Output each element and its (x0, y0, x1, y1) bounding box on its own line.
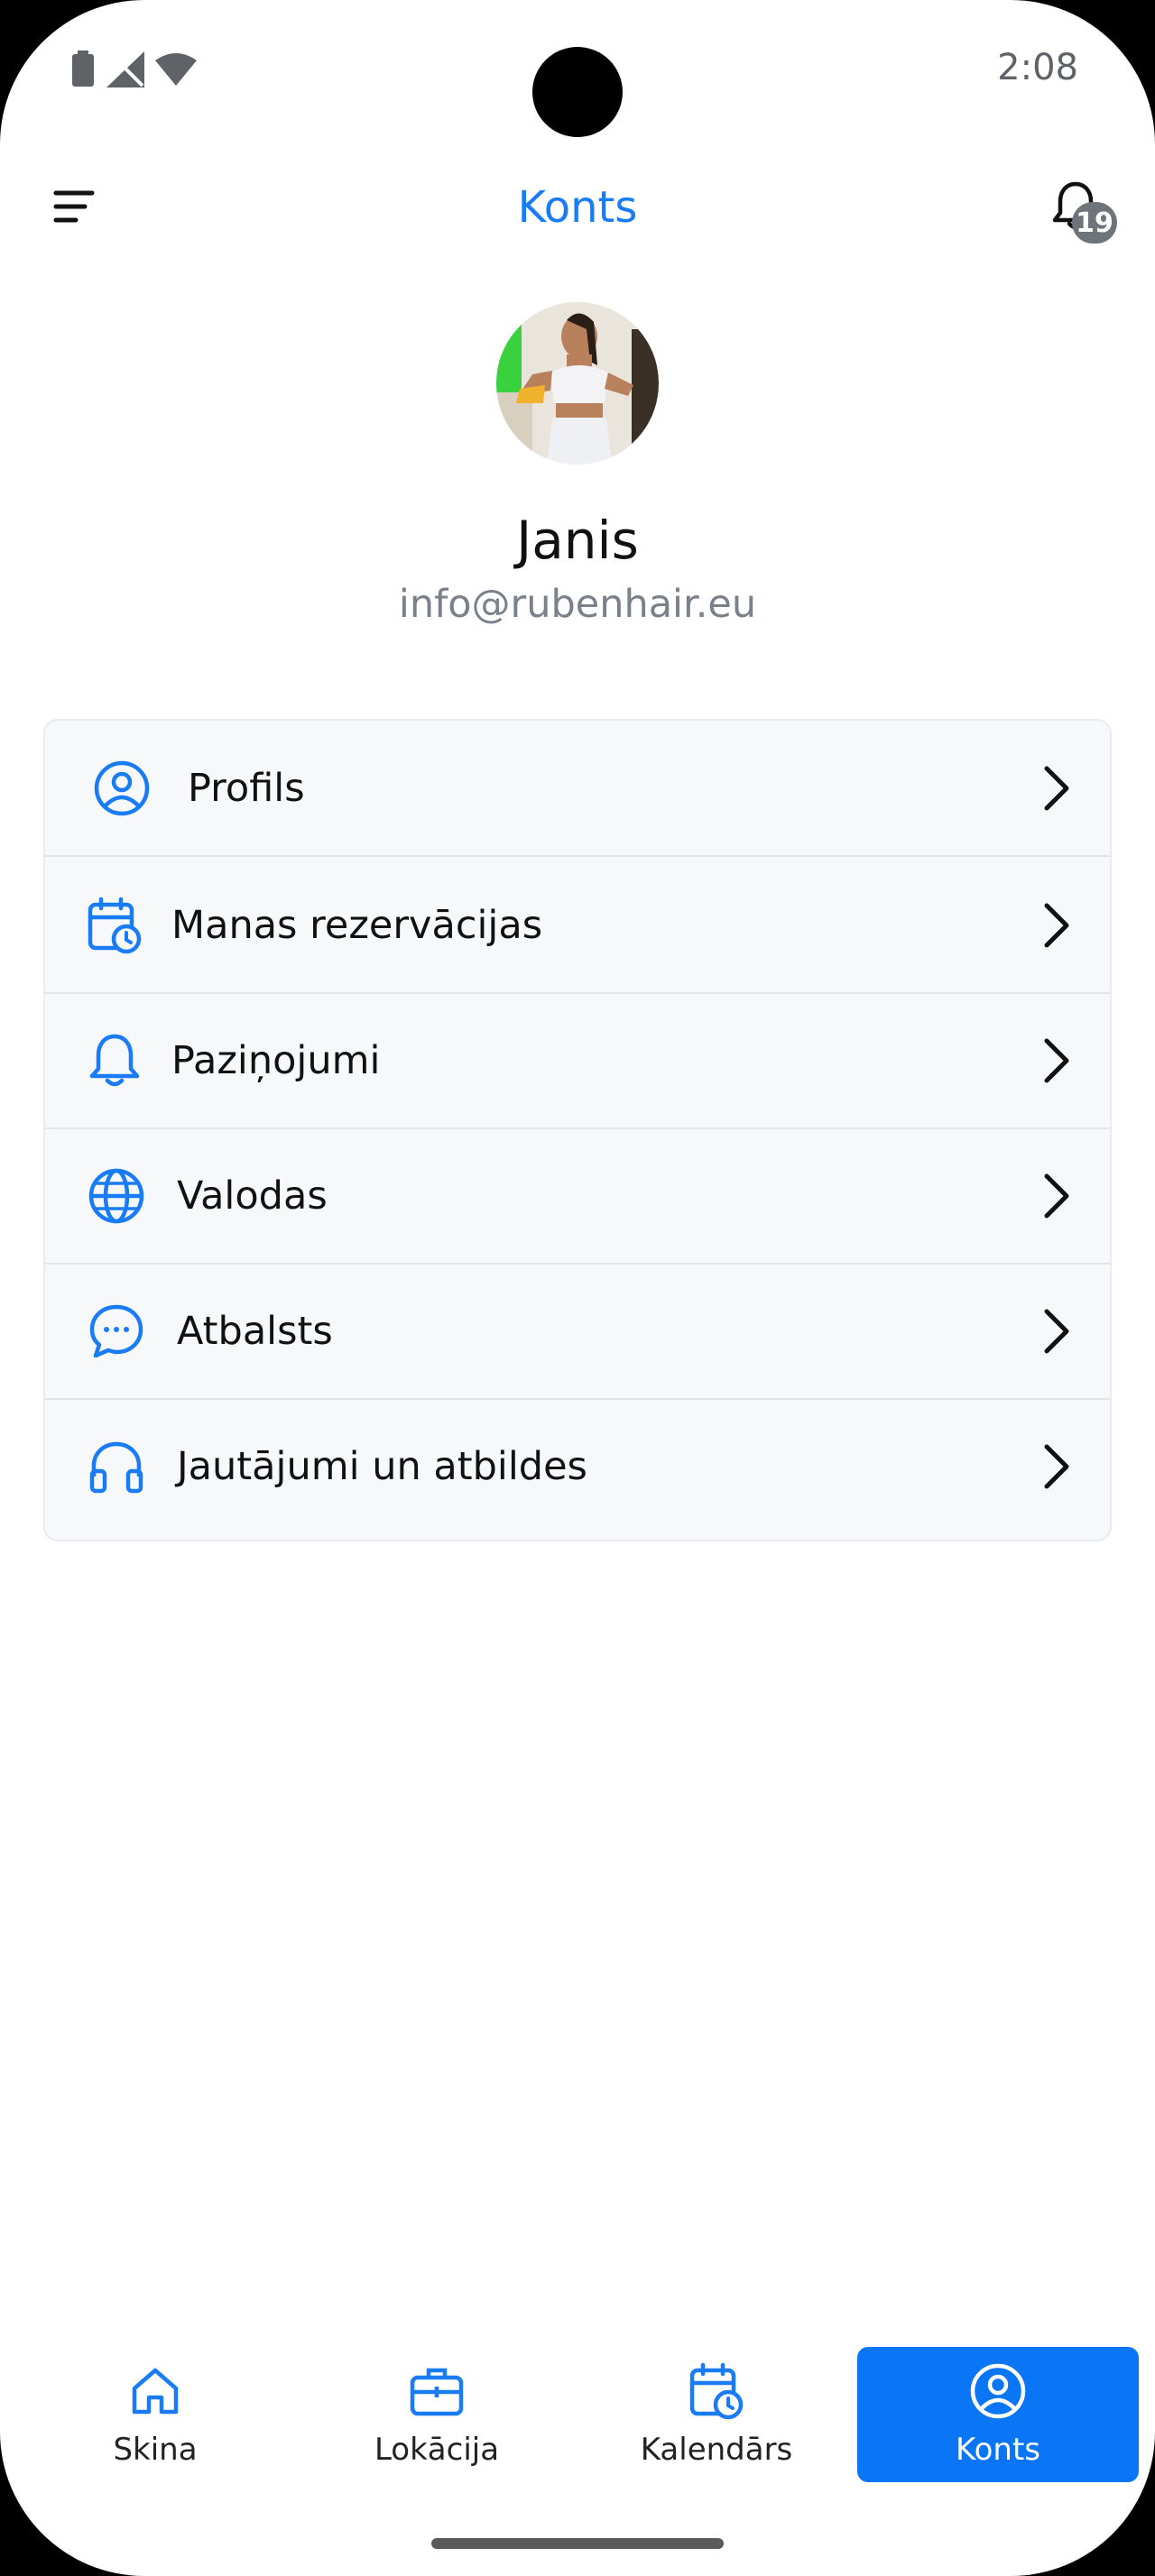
chevron-right-icon (1038, 1441, 1074, 1492)
profile-email: info@rubenhair.eu (398, 582, 757, 627)
user-circle-icon (968, 2361, 1028, 2424)
bottom-navigation: Skina Lokācija Kalendārs Konts (0, 2345, 1155, 2486)
chevron-right-icon (1038, 900, 1074, 951)
menu-item-label: Atbalsts (177, 1309, 333, 1354)
nav-label: Lokācija (374, 2432, 500, 2468)
status-icons (70, 51, 197, 88)
chevron-right-icon (1038, 1171, 1074, 1221)
menu-item-valodas[interactable]: Valodas (45, 1128, 1110, 1265)
app-header: Konts 19 (0, 162, 1155, 253)
menu-item-jautajumi-un-atbildes[interactable]: Jautājumi un atbildes (45, 1399, 1110, 1534)
home-indicator[interactable] (431, 2538, 724, 2549)
signal-icon (106, 51, 144, 87)
menu-item-atbalsts[interactable]: Atbalsts (45, 1264, 1110, 1400)
home-icon (125, 2361, 185, 2424)
nav-tab-lokacija[interactable]: Lokācija (296, 2347, 578, 2482)
headphones-icon (87, 1437, 146, 1496)
menu-item-profils[interactable]: Profils (45, 721, 1110, 857)
globe-icon (87, 1166, 146, 1226)
divider (45, 855, 1110, 857)
chevron-right-icon (1038, 1035, 1074, 1086)
chevron-right-icon (1038, 763, 1074, 814)
nav-tab-konts[interactable]: Konts (857, 2347, 1139, 2482)
nav-tab-kalendars[interactable]: Kalendārs (576, 2347, 857, 2482)
briefcase-icon (407, 2361, 467, 2424)
menu-item-label: Profils (188, 766, 305, 811)
menu-item-label: Jautājumi un atbildes (177, 1444, 587, 1489)
menu-item-label: Paziņojumi (171, 1038, 381, 1083)
nav-label: Konts (956, 2432, 1040, 2468)
user-circle-icon (92, 759, 152, 818)
bell-icon (85, 1031, 144, 1090)
nav-label: Kalendārs (640, 2432, 793, 2468)
wifi-icon (155, 53, 197, 86)
battery-icon (70, 51, 96, 88)
nav-label: Skina (113, 2432, 198, 2468)
menu-item-pazinojumi[interactable]: Paziņojumi (45, 993, 1110, 1129)
nav-tab-skina[interactable]: Skina (14, 2347, 296, 2482)
status-bar: 2:08 (0, 0, 1155, 137)
status-time: 2:08 (997, 47, 1078, 88)
chevron-right-icon (1038, 1306, 1074, 1357)
chat-bubble-icon (87, 1302, 146, 1361)
menu-item-label: Valodas (177, 1173, 328, 1219)
calendar-clock-icon (85, 896, 144, 955)
account-menu-list: Profils Manas rezervācijas Paziņojumi Va… (43, 719, 1112, 1541)
front-camera (532, 47, 623, 137)
notification-bell-button[interactable]: 19 (1049, 179, 1117, 244)
profile-name: Janis (516, 510, 639, 571)
menu-item-label: Manas rezervācijas (171, 903, 543, 948)
avatar[interactable] (496, 302, 659, 465)
phone-screen: 2:08 Konts 19 Janis info@rubenhair.eu Pr… (0, 0, 1155, 2576)
notification-count-badge: 19 (1072, 202, 1117, 244)
calendar-clock-icon (687, 2361, 746, 2424)
page-title: Konts (517, 182, 638, 233)
menu-item-manas-rezervacijas[interactable]: Manas rezervācijas (45, 858, 1110, 994)
